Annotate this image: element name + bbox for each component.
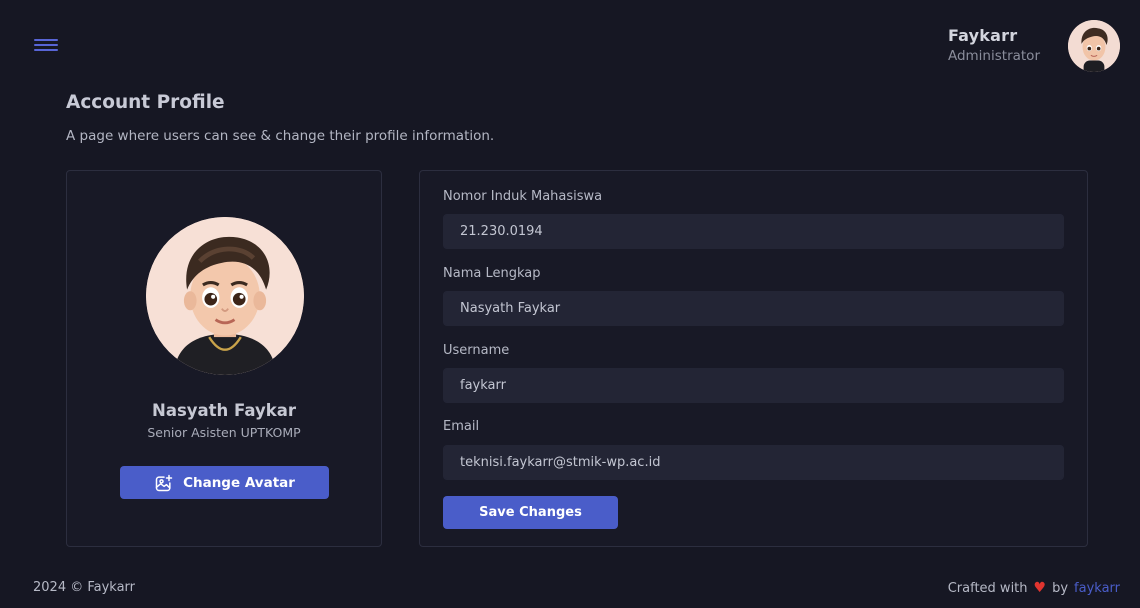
page-title: Account Profile [66,92,225,113]
image-edit-icon [155,474,173,491]
change-avatar-label: Change Avatar [183,474,295,491]
footer-credit: Crafted with ♥ by faykarr [948,580,1120,596]
full-name-label: Nama Lengkap [443,266,541,281]
heart-icon: ♥ [1033,580,1047,596]
account-profile-page: Faykarr Administrator Account Profile A … [0,0,1140,608]
save-changes-button[interactable]: Save Changes [443,496,618,529]
profile-form-card: Nomor Induk Mahasiswa Nama Lengkap Usern… [419,170,1088,547]
change-avatar-button[interactable]: Change Avatar [120,466,329,499]
nim-field[interactable] [443,214,1064,249]
email-label: Email [443,419,480,434]
profile-card: Nasyath Faykar Senior Asisten UPTKOMP Ch… [66,170,382,547]
header-avatar[interactable] [1068,20,1120,72]
profile-avatar [146,217,304,375]
profile-name: Nasyath Faykar [152,401,296,420]
header-user-name: Faykarr [947,26,1018,45]
footer-by-text: by [1052,580,1069,596]
footer-author-link[interactable]: faykarr [1074,581,1120,596]
footer-crafted-text: Crafted with [947,580,1028,596]
header-user-role: Administrator [947,48,1040,64]
username-label: Username [443,343,510,358]
username-field[interactable] [443,368,1064,403]
user-info[interactable]: Faykarr Administrator [948,26,1040,64]
full-name-field[interactable] [443,291,1064,326]
footer-copyright: 2024 © Faykarr [33,580,136,595]
profile-position: Senior Asisten UPTKOMP [147,425,301,440]
hamburger-menu-icon[interactable] [34,39,58,53]
page-subtitle: A page where users can see & change thei… [66,128,495,144]
nim-label: Nomor Induk Mahasiswa [443,189,603,204]
email-field[interactable] [443,445,1064,480]
